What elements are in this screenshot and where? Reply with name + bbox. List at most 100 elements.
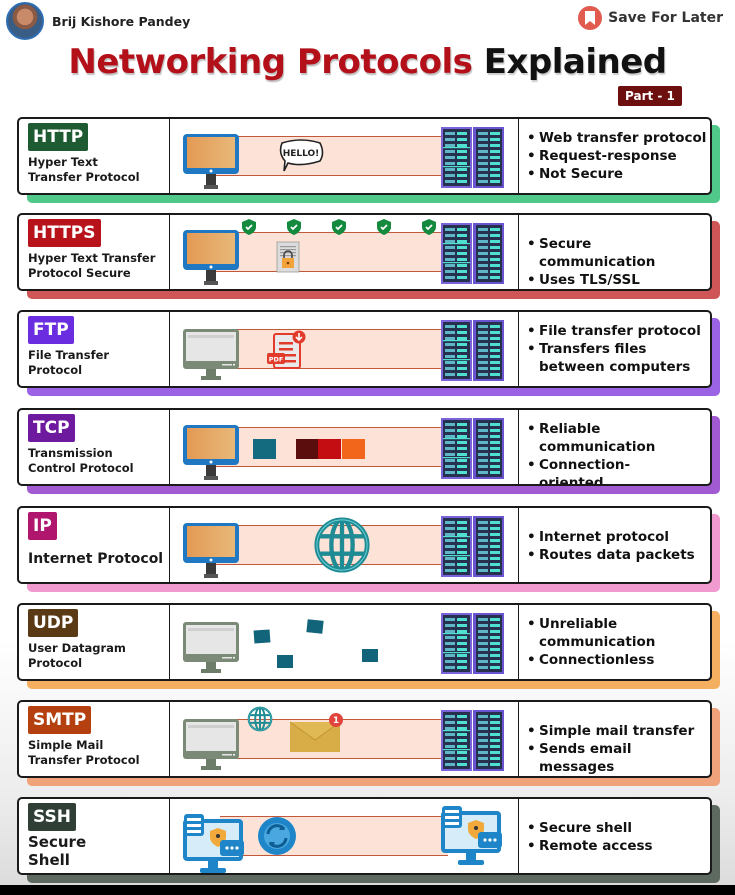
shield-check-icon <box>377 219 391 239</box>
protocol-identity: SMTP Simple Mail Transfer Protocol <box>19 702 170 776</box>
sync-arrows-icon <box>257 816 297 860</box>
protocol-points: Internet protocolRoutes data packets <box>519 508 710 582</box>
svg-text:1: 1 <box>333 716 339 726</box>
server-rack-icon <box>440 611 506 679</box>
protocol-badge: IP <box>28 512 57 540</box>
protocol-full-name: Transmission Control Protocol <box>28 446 134 475</box>
grey-monitor-sender-icon <box>182 619 240 679</box>
connection-channel <box>220 816 448 856</box>
protocol-badge: SSH <box>28 803 76 831</box>
hello-speech-bubble-icon: HELLO! <box>278 139 324 177</box>
data-packet-icon <box>342 439 365 459</box>
protocol-full-name: Simple Mail Transfer Protocol <box>28 738 140 767</box>
protocol-illustration <box>170 508 519 582</box>
protocol-badge: UDP <box>28 609 79 637</box>
protocol-card-ip: IP Internet Protocol Internet protocolRo… <box>17 506 720 592</box>
server-rack-icon <box>440 416 506 484</box>
grey-monitor-sender-icon <box>182 716 240 776</box>
card-body: IP Internet Protocol Internet protocolRo… <box>17 506 712 584</box>
protocol-point: Reliable communication <box>527 420 692 456</box>
protocol-identity: UDP User Datagram Protocol <box>19 605 170 679</box>
protocol-full-name: Internet Protocol <box>28 551 164 567</box>
author-avatar <box>6 2 44 40</box>
protocol-points: Simple mail transferSends email messages <box>519 702 710 776</box>
protocol-point: Secure shell <box>527 819 710 837</box>
protocol-illustration <box>170 799 519 873</box>
card-body: UDP User Datagram Protocol Unreliable co… <box>17 603 712 681</box>
protocol-badge: FTP <box>28 316 74 344</box>
protocol-full-name: Hyper Text Transfer Protocol <box>28 155 140 184</box>
data-packet-icon <box>253 629 271 644</box>
data-packet-icon <box>362 649 378 662</box>
protocol-full-name: Hyper Text Transfer Protocol Secure <box>28 251 156 280</box>
server-rack-icon <box>440 708 506 776</box>
data-packet-icon <box>253 439 276 459</box>
save-for-later-label: Save For Later <box>608 10 723 26</box>
server-rack-icon <box>440 514 506 582</box>
connection-channel <box>210 329 458 369</box>
protocol-point: Connectionless <box>527 651 692 669</box>
globe-icon <box>313 516 371 578</box>
protocol-points: Reliable communicationConnection-oriente… <box>519 410 710 484</box>
protocol-point: Uses TLS/SSL encryption <box>527 271 710 289</box>
protocol-card-smtp: SMTP Simple Mail Transfer Protocol 1 Sim… <box>17 700 720 786</box>
author-name: Brij Kishore Pandey <box>52 13 191 29</box>
protocol-illustration: 1 <box>170 702 519 776</box>
protocol-identity: IP Internet Protocol <box>19 508 170 582</box>
protocol-illustration <box>170 410 519 484</box>
protocol-point: Not Secure <box>527 165 710 183</box>
card-body: FTP File Transfer Protocol PDF File tran… <box>17 310 712 388</box>
blue-monitor-sender-icon <box>182 522 240 582</box>
protocol-card-ftp: FTP File Transfer Protocol PDF File tran… <box>17 310 720 396</box>
protocol-point: Connection-oriented <box>527 456 692 484</box>
protocol-illustration <box>170 215 519 289</box>
protocol-full-name: Secure Shell <box>28 833 87 869</box>
secure-terminal-monitor-sender-icon <box>182 813 248 873</box>
protocol-points: Secure communicationUses TLS/SSL encrypt… <box>519 215 710 289</box>
envelope-icon: 1 <box>288 712 346 758</box>
card-body: HTTPS Hyper Text Transfer Protocol Secur… <box>17 213 712 291</box>
protocol-card-http: HTTP Hyper Text Transfer Protocol HELLO!… <box>17 117 720 203</box>
grey-monitor-sender-icon <box>182 326 240 386</box>
protocol-point: Web transfer protocol <box>527 129 710 147</box>
protocol-point: Sends email messages <box>527 740 710 776</box>
protocol-full-name: User Datagram Protocol <box>28 641 126 670</box>
shield-check-icon <box>422 219 436 239</box>
server-rack-icon <box>440 221 506 289</box>
blue-monitor-sender-icon <box>182 229 240 289</box>
svg-text:PDF: PDF <box>269 356 284 364</box>
protocol-full-name: File Transfer Protocol <box>28 348 110 377</box>
data-packet-icon <box>296 439 319 459</box>
save-for-later-button[interactable]: Save For Later <box>578 6 723 30</box>
protocol-card-https: HTTPS Hyper Text Transfer Protocol Secur… <box>17 213 720 299</box>
protocol-point: Simple mail transfer <box>527 722 710 740</box>
protocol-illustration: HELLO! <box>170 119 519 193</box>
svg-text:HELLO!: HELLO! <box>283 149 320 159</box>
protocol-badge: SMTP <box>28 706 92 734</box>
protocol-identity: TCP Transmission Control Protocol <box>19 410 170 484</box>
author: Brij Kishore Pandey <box>6 2 190 40</box>
shield-check-icon <box>287 219 301 239</box>
protocol-identity: SSH Secure Shell <box>19 799 170 873</box>
protocol-point: Unreliable communication <box>527 615 692 651</box>
protocol-badge: HTTP <box>28 123 89 151</box>
data-packet-icon <box>306 619 324 634</box>
protocol-illustration <box>170 605 519 679</box>
protocol-identity: HTTP Hyper Text Transfer Protocol <box>19 119 170 193</box>
protocol-point: Request-response <box>527 147 710 165</box>
bookmark-icon <box>578 6 603 30</box>
protocol-identity: HTTPS Hyper Text Transfer Protocol Secur… <box>19 215 170 289</box>
protocol-card-tcp: TCP Transmission Control Protocol Reliab… <box>17 408 720 494</box>
server-rack-icon <box>440 125 506 193</box>
protocol-badge: TCP <box>28 414 75 442</box>
server-rack-icon <box>440 318 506 386</box>
secure-terminal-receiver-icon <box>440 805 506 873</box>
protocol-point: File transfer protocol <box>527 322 710 340</box>
title-red-part: Networking Protocols <box>68 42 473 82</box>
data-packet-icon <box>318 439 341 459</box>
protocol-point: Routes data packets <box>527 546 710 564</box>
locked-document-icon <box>276 241 300 277</box>
protocol-points: Unreliable communicationConnectionless <box>519 605 710 679</box>
shield-check-icon <box>242 219 256 239</box>
protocol-points: Secure shellRemote access <box>519 799 710 873</box>
